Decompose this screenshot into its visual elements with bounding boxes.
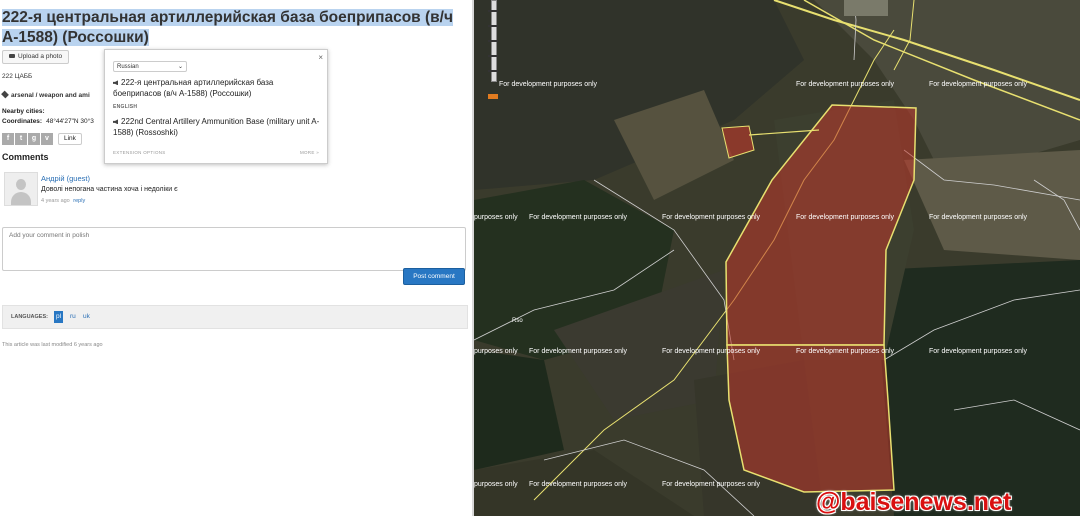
source-text-value: 222-я центральная артиллерийская база бо… [113, 78, 274, 98]
social-share-bar: f t g v Link [2, 133, 82, 145]
coordinates-row: Coordinates: 48°44'27"N 30°3 [2, 118, 94, 125]
nearby-cities-label: Nearby cities: [2, 108, 45, 115]
translated-text-value: 222nd Central Artillery Ammunition Base … [113, 117, 320, 137]
comment-text: Доволі непогана частина хоча і недоліки … [41, 186, 178, 193]
map-watermark: For development purposes only [529, 214, 628, 221]
satellite-map[interactable]: For development purposes only For develo… [474, 0, 1080, 516]
comment-input[interactable] [2, 227, 466, 271]
tag-icon [1, 90, 9, 99]
language-link-uk[interactable]: uk [81, 311, 92, 323]
link-button[interactable]: Link [58, 133, 82, 145]
translate-popup: Russian ⌄ × 222-я центральная артиллерий… [104, 49, 328, 164]
map-watermark: For development purposes only [929, 348, 1028, 355]
map-watermark: For development purposes only [929, 214, 1028, 221]
map-watermark: For development purposes only [529, 348, 628, 355]
article-panel: 222-я центральная артиллерийская база бо… [0, 0, 472, 516]
source-text: 222-я центральная артиллерийская база бо… [113, 77, 321, 99]
map-imagery [474, 0, 1080, 516]
facebook-icon[interactable]: f [2, 133, 14, 145]
tags-line[interactable]: arsenal / weapon and ami [1, 90, 90, 99]
language-select[interactable]: Russian ⌄ [113, 61, 187, 72]
coordinates-label: Coordinates: [2, 118, 43, 125]
map-watermark: For development purposes only [929, 81, 1028, 88]
speaker-icon[interactable] [113, 119, 118, 125]
map-watermark: For development purposes only [662, 214, 761, 221]
map-watermark: For development purposes only [529, 481, 628, 488]
language-select-value: Russian [117, 64, 139, 70]
map-place-label: Rso [512, 318, 523, 324]
language-link-ru[interactable]: ru [68, 311, 78, 323]
vk-icon[interactable]: v [41, 133, 53, 145]
map-watermark: For development purposes only [662, 348, 761, 355]
comment-meta: 4 years ago reply [41, 198, 85, 204]
target-language-label: ENGLISH [113, 104, 138, 110]
languages-label: LANGUAGES: [11, 314, 48, 320]
map-watermark-partial: purposes only [474, 481, 518, 488]
post-comment-button[interactable]: Post comment [403, 268, 465, 285]
tags-text: arsenal / weapon and ami [11, 92, 90, 99]
google-plus-icon[interactable]: g [28, 133, 40, 145]
upload-photo-button[interactable]: Upload a photo [2, 50, 70, 64]
more-link[interactable]: MORE » [300, 150, 319, 155]
abbreviation-text: 222 ЦАББ [2, 73, 33, 80]
map-watermark-partial: purposes only [474, 214, 518, 221]
map-watermark: For development purposes only [796, 348, 895, 355]
languages-bar: LANGUAGES: pl ru uk [2, 305, 468, 329]
comment-author[interactable]: Андрій (guest) [41, 174, 90, 183]
map-watermark: For development purposes only [796, 214, 895, 221]
extension-options-link[interactable]: EXTENSION OPTIONS [113, 150, 166, 155]
map-watermark: For development purposes only [662, 481, 761, 488]
site-brand-watermark: @baisenews.net [816, 488, 1012, 516]
language-link-pl[interactable]: pl [54, 311, 64, 323]
comment-time: 4 years ago [41, 198, 70, 204]
translated-text: 222nd Central Artillery Ammunition Base … [113, 116, 321, 138]
upload-photo-label: Upload a photo [18, 53, 63, 60]
twitter-icon[interactable]: t [15, 133, 27, 145]
map-watermark: For development purposes only [499, 81, 598, 88]
speaker-icon[interactable] [113, 80, 118, 86]
map-watermark-partial: purposes only [474, 348, 518, 355]
zoom-slider[interactable] [488, 0, 498, 100]
comments-heading: Comments [2, 152, 49, 162]
camera-icon [9, 54, 15, 59]
zoom-handle[interactable] [488, 94, 498, 99]
page-title: 222-я центральная артиллерийская база бо… [2, 9, 453, 46]
avatar [4, 172, 38, 206]
last-modified-text: This article was last modified 6 years a… [2, 342, 103, 348]
reply-link[interactable]: reply [73, 198, 85, 204]
chevron-down-icon: ⌄ [177, 64, 183, 70]
map-watermark: For development purposes only [796, 81, 895, 88]
close-icon[interactable]: × [318, 53, 323, 62]
coordinates-value: 48°44'27"N 30°3 [46, 118, 94, 125]
